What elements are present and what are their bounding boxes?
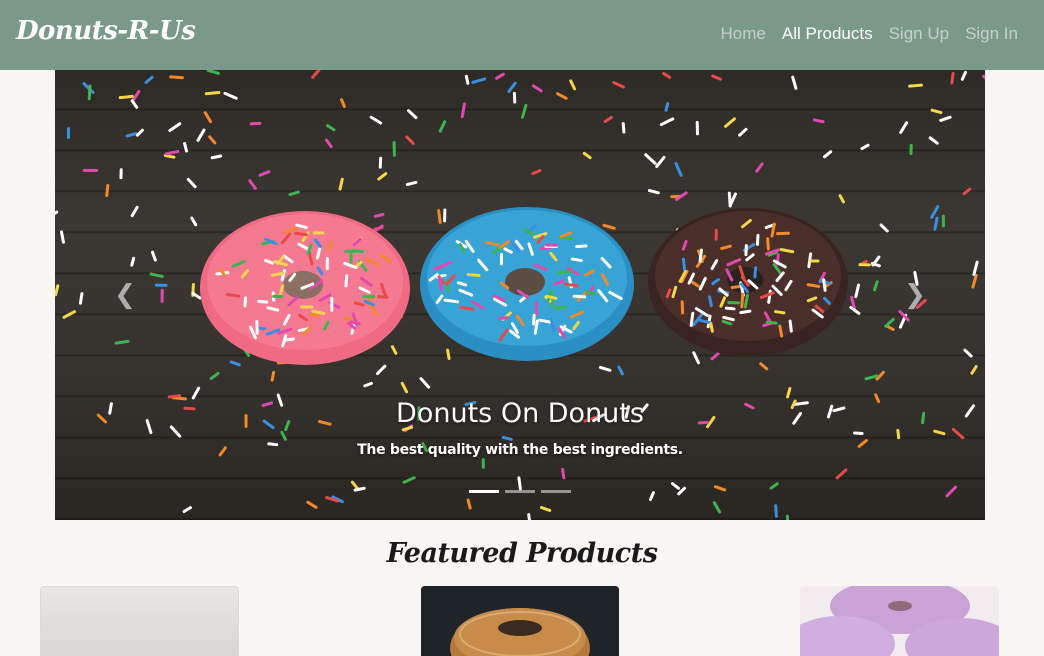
product-image-placeholder [41,587,238,655]
carousel-prev-button[interactable]: ❮ [105,280,145,310]
nav-link-sign-in[interactable]: Sign In [965,24,1018,44]
carousel-next-button[interactable]: ❯ [895,280,935,310]
carousel-indicator-2[interactable] [505,490,535,493]
carousel-indicators [469,490,571,493]
nav-link-all-products[interactable]: All Products [782,24,873,44]
hero-carousel: ❮ ❯ Donuts On Donuts The best quality wi… [55,70,985,520]
product-card[interactable] [800,586,999,656]
carousel-caption-text: The best quality with the best ingredien… [357,442,683,458]
carousel-indicator-1[interactable] [469,490,499,493]
product-card[interactable] [421,586,619,656]
chocolate-donut-image [648,208,848,356]
brand-logo[interactable]: Donuts-R-Us [16,16,196,46]
glazed-donut-image [421,586,619,656]
carousel-caption-title: Donuts On Donuts [396,398,644,429]
nav-links: Home All Products Sign Up Sign In [721,24,1018,44]
nav-link-home[interactable]: Home [721,24,766,44]
featured-products-heading: Featured Products [386,538,658,569]
chevron-left-icon: ❮ [114,280,136,310]
product-card[interactable] [40,586,239,656]
navbar: Donuts-R-Us Home All Products Sign Up Si… [0,0,1044,70]
pink-donuts-image [800,586,999,656]
chevron-right-icon: ❯ [904,280,926,310]
carousel-indicator-3[interactable] [541,490,571,493]
nav-link-sign-up[interactable]: Sign Up [889,24,949,44]
